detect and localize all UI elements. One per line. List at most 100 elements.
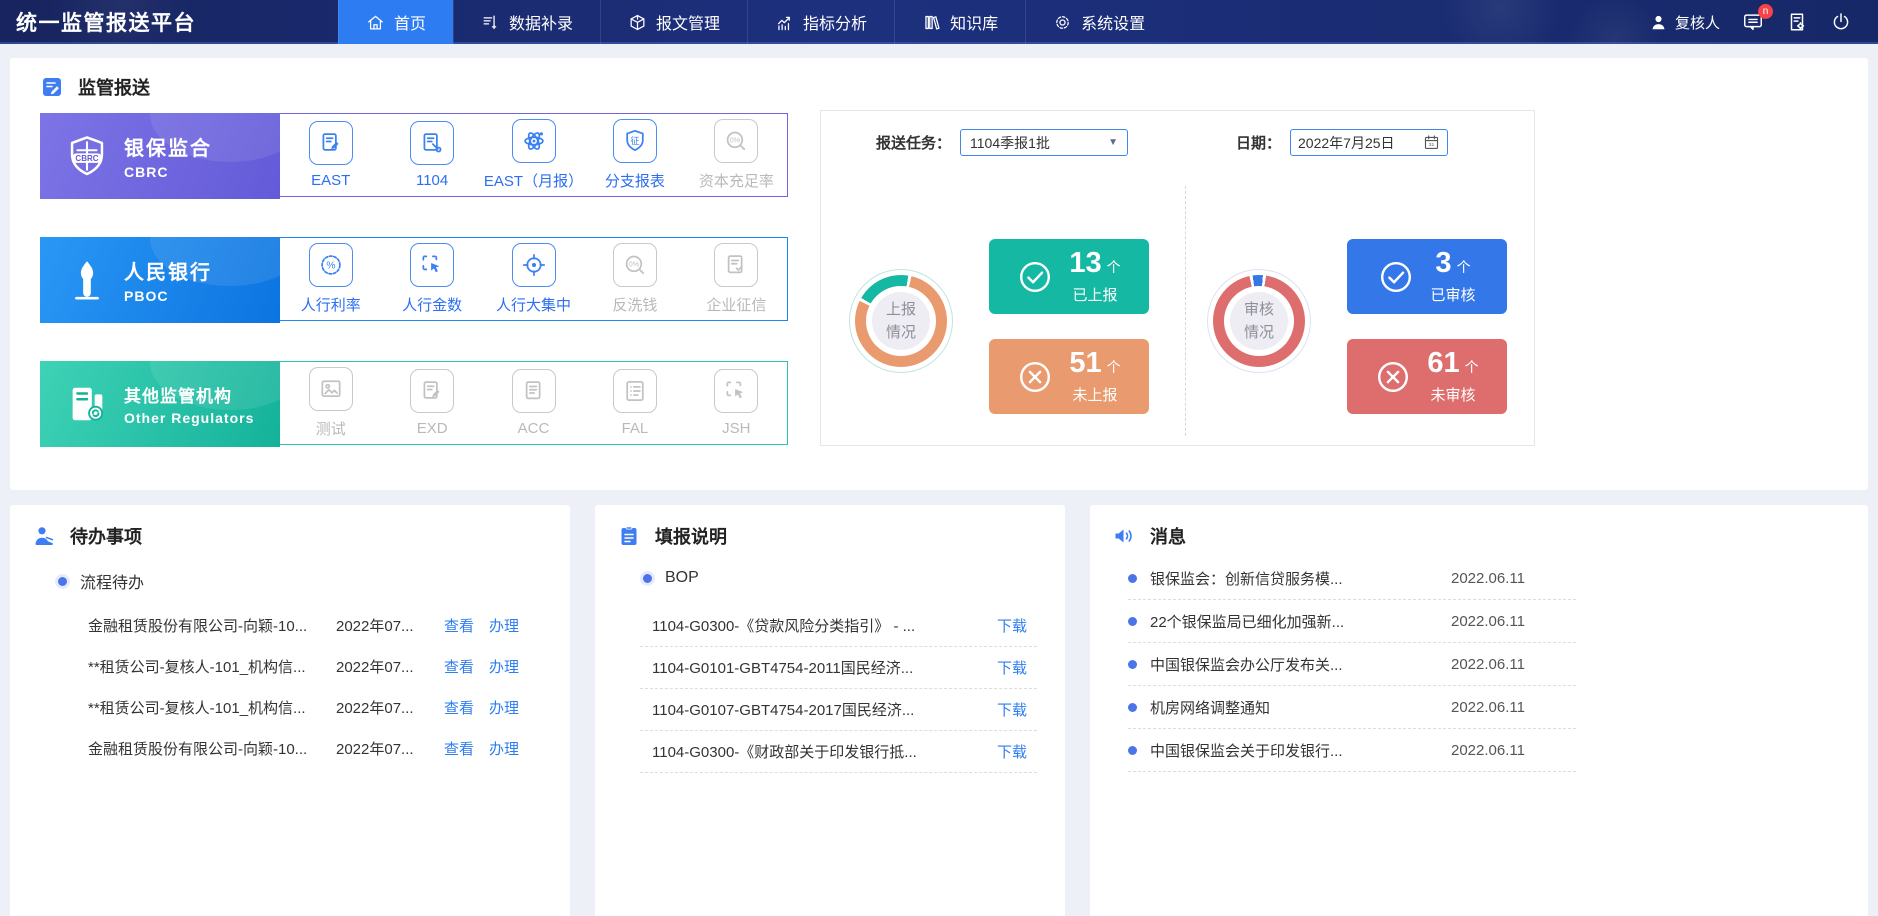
user-menu[interactable]: 复核人 <box>1649 12 1720 33</box>
report-item-pboc-2[interactable]: 人行大集中 <box>483 238 584 320</box>
regulator-block-other[interactable]: 其他监管机构 Other Regulators <box>40 361 280 447</box>
todo-panel-header: 待办事项 <box>32 523 142 549</box>
download-link[interactable]: 下载 <box>997 741 1037 762</box>
page-body: 监管报送 CBRC 银保监合 CBRC EAST 1104 EAST（月报） 征… <box>0 44 1878 916</box>
sealPercent-icon: % <box>318 252 344 278</box>
message-date: 2022.06.11 <box>1451 612 1525 630</box>
report-item-other-3[interactable]: FAL <box>584 362 685 444</box>
navbar-right: 复核人 n <box>1649 0 1878 44</box>
todo-action-handle[interactable]: 办理 <box>489 738 519 759</box>
messages-button[interactable]: n <box>1742 4 1773 33</box>
message-date: 2022.06.11 <box>1451 741 1525 759</box>
report-item-pboc-3[interactable]: 0% 反洗钱 <box>584 238 685 320</box>
audit-log-button[interactable] <box>1786 11 1808 33</box>
submit-donut-chart: 上报 情况 <box>849 269 953 373</box>
todo-action-view[interactable]: 查看 <box>444 656 474 677</box>
review-stat-group: 审核 情况 3个 已审核 61 个 未审核 <box>1179 111 1536 447</box>
todo-action-view[interactable]: 查看 <box>444 738 474 759</box>
instructions-group-bop[interactable]: BOP <box>643 569 699 587</box>
image-icon <box>318 376 344 402</box>
bullet-icon <box>1128 745 1137 755</box>
regulator-name: 人民银行 <box>124 262 212 284</box>
report-item-other-4[interactable]: JSH <box>686 362 787 444</box>
instructions-panel-header: 填报说明 <box>617 523 727 549</box>
report-item-cbrc-1[interactable]: 1104 <box>381 114 482 196</box>
submit-done-card: 13 个 已上报 <box>989 239 1149 314</box>
instruction-row: 1104-G0300-《贷款风险分类指引》 - ... 下载 <box>640 605 1037 647</box>
todo-action-view[interactable]: 查看 <box>444 615 474 636</box>
bullet-icon <box>643 573 652 583</box>
logout-button[interactable] <box>1830 11 1852 33</box>
report-item-other-2[interactable]: ACC <box>483 362 584 444</box>
todo-item-name: **租赁公司-复核人-101_机构信... <box>88 700 306 717</box>
report-item-label: ACC <box>517 420 550 437</box>
submit-stat-group: 上报 情况 13 个 已上报 51 个 未上报 <box>821 111 1178 447</box>
messages-list: 银保监会：创新信贷服务模... 2022.06.11 22个银保监局已细化加强新… <box>1128 557 1576 772</box>
docEdit-icon <box>318 130 344 156</box>
nav-item-knowledge-base[interactable]: 知识库 <box>894 0 1025 44</box>
report-item-pboc-4[interactable]: 企业征信 <box>686 238 787 320</box>
report-item-cbrc-2[interactable]: EAST（月报） <box>483 114 584 196</box>
todo-item-date: 2022年07... <box>336 700 414 717</box>
todo-panel: 待办事项 流程待办 金融租赁股份有限公司-向颖-10... 2022年07...… <box>10 505 570 916</box>
regulator-block-pboc[interactable]: 人民银行 PBOC <box>40 237 280 323</box>
instruction-row: 1104-G0107-GBT4754-2017国民经济... 下载 <box>640 689 1037 731</box>
report-item-pboc-0[interactable]: % 人行利率 <box>280 238 381 320</box>
todo-row: **租赁公司-复核人-101_机构信... 2022年07... 查看 办理 <box>10 687 570 728</box>
doc-icon <box>521 378 547 404</box>
bullet-icon <box>1128 659 1137 669</box>
nav-item-home[interactable]: 首页 <box>338 0 454 44</box>
submit-undone-label: 未上报 <box>1072 386 1118 404</box>
report-item-cbrc-0[interactable]: EAST <box>280 114 381 196</box>
x-circle-icon <box>1017 359 1053 395</box>
regulator-block-cbrc[interactable]: CBRC 银保监合 CBRC <box>40 113 280 199</box>
instruction-row: 1104-G0101-GBT4754-2011国民经济... 下载 <box>640 647 1037 689</box>
clipboard-icon <box>617 524 641 548</box>
shieldZheng-icon: 征 <box>622 128 648 154</box>
todo-action-handle[interactable]: 办理 <box>489 656 519 677</box>
svg-text:0%: 0% <box>629 260 640 269</box>
download-link[interactable]: 下载 <box>997 615 1037 636</box>
download-link[interactable]: 下载 <box>997 699 1037 720</box>
nav-item-label: 数据补录 <box>509 16 574 33</box>
nav-item-label: 报文管理 <box>656 16 721 33</box>
nav-item-system-settings[interactable]: 系统设置 <box>1025 0 1172 44</box>
instructions-list: 1104-G0300-《贷款风险分类指引》 - ... 下载 1104-G010… <box>640 605 1037 773</box>
message-row[interactable]: 银保监会：创新信贷服务模... 2022.06.11 <box>1128 557 1576 600</box>
report-item-other-1[interactable]: EXD <box>381 362 482 444</box>
regulator-name: 其他监管机构 <box>124 387 232 406</box>
report-item-other-0[interactable]: 测试 <box>280 362 381 444</box>
svg-text:CBRC: CBRC <box>75 154 98 163</box>
nav-item-report-manage[interactable]: 报文管理 <box>600 0 747 44</box>
pointerBox-icon <box>723 378 749 404</box>
message-row[interactable]: 中国银保监会办公厅发布关... 2022.06.11 <box>1128 643 1576 686</box>
person-laptop-icon <box>32 524 56 548</box>
todo-action-view[interactable]: 查看 <box>444 697 474 718</box>
nav-item-indicator-analysis[interactable]: 指标分析 <box>747 0 894 44</box>
message-date: 2022.06.11 <box>1451 698 1525 716</box>
report-item-pboc-1[interactable]: 人行金数 <box>381 238 482 320</box>
instruction-row: 1104-G0300-《财政部关于印发银行抵... 下载 <box>640 731 1037 773</box>
regulator-subtitle: PBOC <box>124 288 169 304</box>
message-title: 中国银保监会办公厅发布关... <box>1150 656 1343 674</box>
todo-action-handle[interactable]: 办理 <box>489 615 519 636</box>
todo-group-workflow[interactable]: 流程待办 <box>58 569 144 593</box>
nav-item-data-entry[interactable]: 数据补录 <box>453 0 600 44</box>
todo-action-handle[interactable]: 办理 <box>489 697 519 718</box>
power-icon <box>1830 11 1852 33</box>
docTool-icon <box>419 130 445 156</box>
message-row[interactable]: 中国银保监会关于印发银行... 2022.06.11 <box>1128 729 1576 772</box>
bullet-icon <box>1128 702 1137 712</box>
todo-item-name: **租赁公司-复核人-101_机构信... <box>88 659 306 676</box>
message-row[interactable]: 22个银保监局已细化加强新... 2022.06.11 <box>1128 600 1576 643</box>
download-link[interactable]: 下载 <box>997 657 1037 678</box>
message-row[interactable]: 机房网络调整通知 2022.06.11 <box>1128 686 1576 729</box>
bullet-icon <box>1128 573 1137 583</box>
report-item-cbrc-4[interactable]: 0% 资本充足率 <box>686 114 787 196</box>
report-item-cbrc-3[interactable]: 征 分支报表 <box>584 114 685 196</box>
todo-item-date: 2022年07... <box>336 618 414 635</box>
report-item-label: EXD <box>416 420 448 437</box>
app-window: 统一监管报送平台 首页 数据补录 报文管理 指标分析 知识库 系统设置 复核人 n 监管报… <box>0 0 1878 916</box>
report-item-label: JSH <box>722 420 751 437</box>
message-title: 银保监会：创新信贷服务模... <box>1150 570 1343 588</box>
